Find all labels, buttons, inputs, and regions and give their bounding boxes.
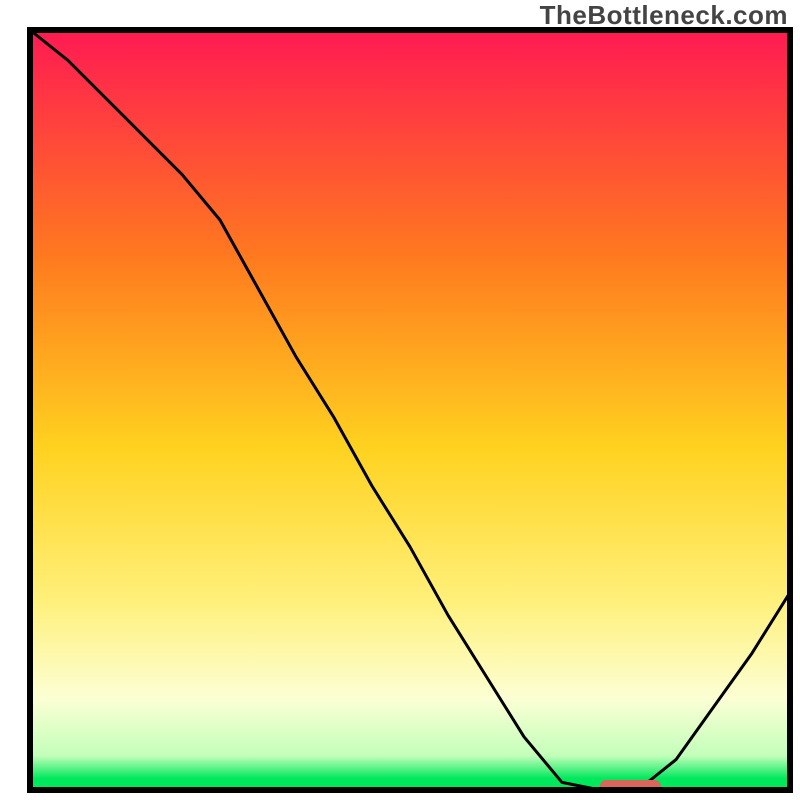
gradient-background: [30, 30, 790, 790]
bottleneck-chart: [0, 0, 800, 800]
plot-area: [30, 30, 790, 793]
chart-container: TheBottleneck.com: [0, 0, 800, 800]
watermark-label: TheBottleneck.com: [540, 0, 788, 31]
